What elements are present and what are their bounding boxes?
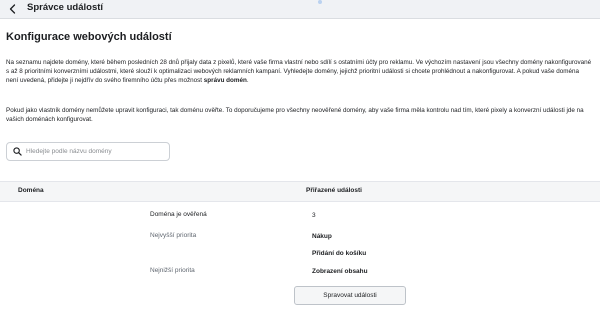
event-item-purchase: Nákup (312, 233, 332, 240)
manage-events-button[interactable]: Spravovat události (294, 286, 406, 305)
event-item-view-content: Zobrazení obsahu (312, 268, 368, 275)
column-header-domain: Doména (18, 187, 44, 194)
column-header-events: Přiřazené události (306, 187, 362, 194)
search-icon (13, 147, 22, 156)
event-count: 3 (312, 212, 316, 219)
event-item-add-to-cart: Přidání do košíku (312, 250, 367, 257)
app-title: Správce událostí (27, 2, 104, 13)
search-input[interactable] (26, 145, 166, 158)
top-edge-indicator (318, 0, 322, 4)
domain-management-link[interactable]: správu domén (204, 77, 247, 84)
back-button[interactable] (6, 2, 20, 16)
table-header: Doména Přiřazené události (0, 181, 600, 202)
chevron-left-icon (9, 4, 16, 14)
verified-label: Doména je ověřená (150, 211, 207, 218)
intro-paragraph: Na seznamu najdete domény, které během p… (6, 58, 592, 86)
domain-search[interactable] (6, 142, 170, 161)
top-bar: Správce událostí (0, 0, 600, 19)
page-title: Konfigurace webových událostí (6, 31, 172, 43)
intro-text-end: . (246, 77, 249, 85)
intro-text: Na seznamu najdete domény, které během p… (6, 59, 592, 85)
verification-paragraph: Pokud jako vlastník domény nemůžete upra… (6, 107, 584, 124)
lowest-priority-label: Nejnižší priorita (150, 267, 195, 274)
highest-priority-label: Nejvyšší priorita (150, 232, 197, 239)
